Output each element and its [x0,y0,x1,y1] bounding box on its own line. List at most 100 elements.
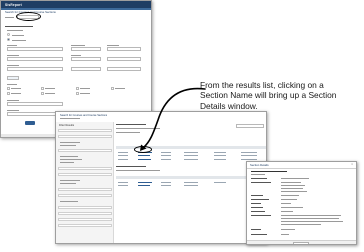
detail-value [281,191,307,192]
callout-line-3: Details window. [200,100,258,111]
filter-option[interactable] [60,142,80,143]
form-field[interactable] [107,67,141,71]
day-checkbox[interactable] [7,87,10,90]
course-meta [116,132,140,133]
detail-key [251,215,271,216]
day-label [11,93,21,94]
detail-value [281,221,343,222]
detail-value [281,229,295,230]
table-row[interactable] [116,181,266,184]
filter-group[interactable] [58,135,112,138]
filter-title: Filter Results [59,124,75,127]
course-subheading [116,128,160,129]
filter-group[interactable] [58,206,112,209]
field-label [71,55,81,56]
filter-panel: Filter Results [56,122,114,243]
field-label [107,45,119,46]
filter-option[interactable] [60,156,78,157]
form-field[interactable] [71,67,101,71]
filter-option[interactable] [60,145,76,146]
section-details-window: Section Details × [246,161,357,245]
add-criteria-button[interactable] [7,76,19,80]
day-label [45,88,55,89]
section-subheading [251,174,265,175]
filter-group[interactable] [58,188,112,191]
detail-value [281,234,289,235]
detail-value [281,207,303,208]
radio-option-2[interactable] [7,38,10,41]
filter-group[interactable] [58,212,112,215]
detail-value [281,211,293,212]
detail-key [251,182,271,183]
course-heading [116,166,146,167]
detail-value [281,182,301,183]
day-checkbox[interactable] [76,87,79,90]
form-field[interactable] [7,102,63,106]
detail-key [251,203,261,204]
subject-field[interactable] [7,47,63,51]
filter-option[interactable] [60,159,82,160]
detail-key [251,234,267,235]
day-checkbox[interactable] [41,87,44,90]
field-label [7,55,19,56]
day-checkbox[interactable] [76,92,79,95]
filter-group[interactable] [58,224,112,227]
detail-value [281,215,341,216]
form-field[interactable] [7,67,63,71]
app-logo: SisReport [5,2,22,7]
days-label [7,84,17,85]
filter-group[interactable] [58,194,112,197]
callout-line-1: From the results list, clicking on a [200,80,324,90]
table-row[interactable] [116,185,266,188]
field-label [7,45,17,46]
filter-option[interactable] [60,162,74,163]
day-checkbox[interactable] [41,92,44,95]
criteria-heading [5,26,33,27]
close-icon[interactable]: × [351,163,353,167]
results-table-header [116,176,266,179]
close-button[interactable] [293,241,309,244]
table-row[interactable] [116,155,266,158]
field-label [7,110,19,111]
filter-group[interactable] [58,173,112,176]
term-label [5,17,14,18]
search-button[interactable] [25,121,35,125]
section-field[interactable] [107,47,141,51]
day-label [80,93,90,94]
course-subheading [116,170,160,171]
form-field[interactable] [7,57,63,61]
detail-value [281,203,291,204]
field-label [7,65,19,66]
form-field[interactable] [107,57,141,61]
filter-group[interactable] [58,167,112,170]
callout-line-2: Section Name will bring up a Section [200,90,337,101]
filter-option[interactable] [60,183,76,184]
radio-label-2 [12,39,26,41]
course-number-field[interactable] [71,47,101,51]
details-title: Section Details [250,163,269,167]
term-highlight-circle [16,12,41,21]
results-page-title: Search for Courses and Course Sections [60,114,108,117]
detail-value [281,224,321,225]
radio-option-1[interactable] [7,33,10,36]
form-field[interactable] [71,57,101,61]
results-subtitle [60,118,80,119]
table-row[interactable] [116,158,266,161]
filter-search-box[interactable] [58,129,112,132]
detail-key [251,178,267,179]
detail-key [251,199,269,200]
results-list-screenshot: Search for Courses and Course Sections F… [55,111,267,244]
course-heading [116,124,146,125]
results-toolbar[interactable] [236,124,264,128]
detail-value [281,188,303,189]
section-heading [251,171,287,172]
filter-group[interactable] [58,149,112,152]
filter-group[interactable] [58,218,112,221]
filter-option[interactable] [60,201,78,202]
day-checkbox[interactable] [7,92,10,95]
detail-value [281,199,297,200]
app-banner: SisReport [1,1,151,8]
radio-label-1 [12,34,24,36]
filter-option[interactable] [60,180,80,181]
day-checkbox[interactable] [111,87,114,90]
